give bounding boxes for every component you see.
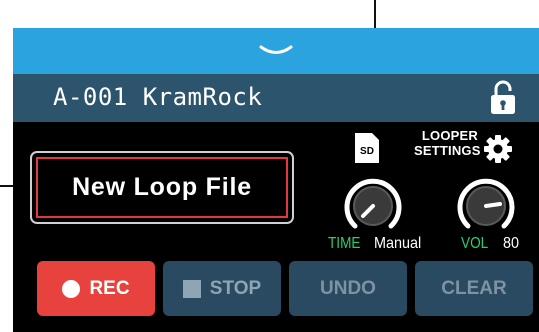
clear-label: CLEAR [441, 277, 507, 299]
vol-param-name: VOL [461, 235, 489, 252]
looper-settings-line2: SETTINGS [414, 143, 481, 158]
stop-square-icon [182, 279, 201, 298]
rec-label: REC [89, 277, 130, 299]
sd-label: SD [360, 146, 374, 157]
loop-file-selector[interactable]: New Loop File [30, 151, 294, 224]
sd-card-shape: SD [355, 133, 379, 163]
patch-name: A-001 KramRock [53, 83, 263, 111]
vol-knob[interactable] [454, 174, 518, 238]
patch-title-bar: A-001 KramRock [13, 74, 539, 122]
loop-file-label: New Loop File [72, 173, 252, 201]
undo-label: UNDO [320, 277, 376, 299]
time-param-name: TIME [328, 235, 361, 252]
stop-label: STOP [209, 277, 262, 299]
clear-button[interactable]: CLEAR [415, 261, 533, 316]
sd-card-icon: SD [354, 132, 380, 164]
pull-down-strip[interactable] [13, 28, 539, 74]
rec-button[interactable]: REC [37, 261, 155, 316]
looper-settings-line1: LOOPER [421, 128, 478, 143]
chevron-down-icon[interactable] [259, 44, 293, 58]
looper-screen: A-001 KramRock SD LOOPER SETTINGS New Lo… [13, 28, 539, 332]
record-dot-icon [62, 279, 81, 298]
undo-button[interactable]: UNDO [289, 261, 407, 316]
lock-icon[interactable] [489, 80, 517, 116]
stop-button[interactable]: STOP [163, 261, 281, 316]
time-param-value: Manual [374, 235, 422, 252]
gear-icon[interactable] [483, 134, 513, 164]
loop-file-highlight: New Loop File [36, 157, 288, 218]
time-knob[interactable] [341, 174, 405, 238]
vol-param-value: 80 [503, 235, 520, 252]
looper-settings-label[interactable]: LOOPER SETTINGS [414, 128, 481, 158]
